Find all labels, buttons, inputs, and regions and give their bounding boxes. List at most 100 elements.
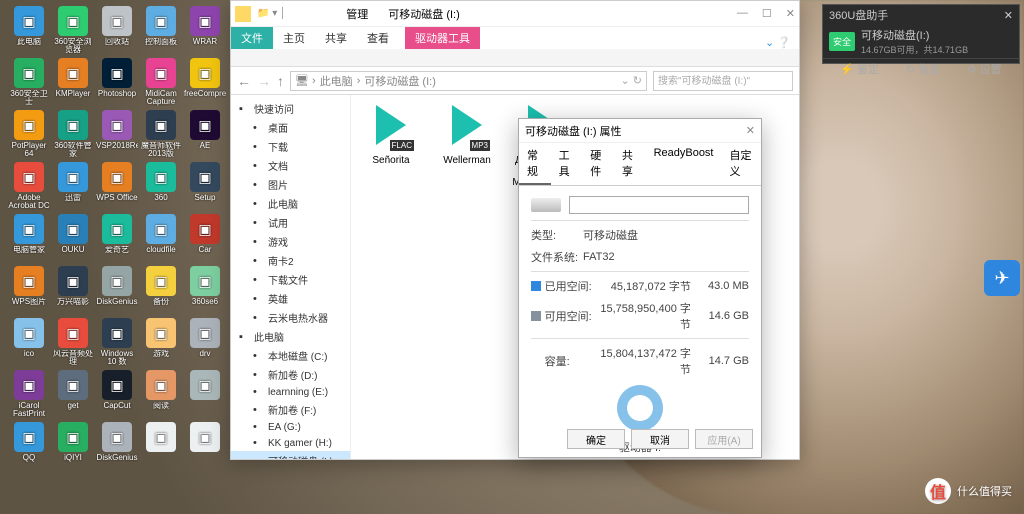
- forward-button[interactable]: →: [257, 73, 271, 89]
- desktop-icon[interactable]: ▣ico: [8, 318, 50, 366]
- ok-button[interactable]: 确定: [567, 429, 625, 449]
- notif-action-settings[interactable]: ⚙ 设置: [967, 61, 1002, 77]
- file-item[interactable]: FLACSeñorita: [361, 105, 421, 166]
- nav-item[interactable]: •图片: [231, 175, 350, 194]
- nav-item[interactable]: •英雄: [231, 289, 350, 308]
- desktop-icon[interactable]: ▣cloudfile: [140, 214, 182, 262]
- minimize-button[interactable]: —: [737, 7, 748, 20]
- apply-button[interactable]: 应用(A): [695, 429, 753, 449]
- desktop-icon[interactable]: ▣备份: [140, 266, 182, 314]
- drive-label-input[interactable]: [569, 196, 749, 214]
- desktop-icon[interactable]: ▣电脑管家: [8, 214, 50, 262]
- nav-item[interactable]: •下载文件: [231, 270, 350, 289]
- nav-item[interactable]: •试用: [231, 213, 350, 232]
- desktop-icon[interactable]: ▣: [140, 422, 182, 470]
- props-tab-general[interactable]: 常规: [519, 143, 551, 185]
- cancel-button[interactable]: 取消: [631, 429, 689, 449]
- search-input[interactable]: 搜索"可移动磁盘 (I:)": [653, 71, 793, 91]
- desktop-icon[interactable]: ▣Car: [184, 214, 226, 262]
- nav-item[interactable]: •此电脑: [231, 194, 350, 213]
- notif-action-recover[interactable]: ↻ 恢复: [906, 61, 940, 77]
- nav-item[interactable]: •本地磁盘 (C:): [231, 346, 350, 365]
- desktop-icon[interactable]: ▣360软件管家: [52, 110, 94, 158]
- tab-drive-tools[interactable]: 驱动器工具: [405, 27, 480, 49]
- props-tab-sharing[interactable]: 共享: [614, 143, 646, 185]
- explorer-titlebar[interactable]: 📁 ▾ │ 管理 可移动磁盘 (I:) — ☐ ✕: [231, 1, 799, 27]
- notif-action-identify[interactable]: ⚡ 鉴定: [840, 61, 879, 77]
- nav-item[interactable]: •EA (G:): [231, 419, 350, 435]
- nav-item[interactable]: •南卡2: [231, 251, 350, 270]
- desktop-icon[interactable]: ▣万兴喵影: [52, 266, 94, 314]
- desktop-icon[interactable]: ▣阅读: [140, 370, 182, 418]
- nav-item[interactable]: •桌面: [231, 118, 350, 137]
- desktop-icon[interactable]: ▣iCarol FastPrint: [8, 370, 50, 418]
- tab-share[interactable]: 共享: [315, 27, 357, 49]
- desktop-icon[interactable]: ▣: [184, 422, 226, 470]
- quickaccess-icon[interactable]: ✈: [984, 260, 1020, 296]
- props-close-button[interactable]: ✕: [746, 124, 755, 137]
- desktop-icon[interactable]: ▣360安全浏览器: [52, 6, 94, 54]
- desktop-icon[interactable]: ▣360se6: [184, 266, 226, 314]
- desktop-icon[interactable]: ▣VSP2018Ready: [96, 110, 138, 158]
- props-tab-hardware[interactable]: 硬件: [582, 143, 614, 185]
- nav-item[interactable]: ▪此电脑: [231, 327, 350, 346]
- desktop-icon[interactable]: ▣freeCompress: [184, 58, 226, 106]
- desktop-icon[interactable]: ▣KMPlayer: [52, 58, 94, 106]
- desktop-icon[interactable]: ▣WPS Office: [96, 162, 138, 210]
- desktop-icon[interactable]: ▣360: [140, 162, 182, 210]
- file-item[interactable]: MP3Wellerman: [437, 105, 497, 166]
- desktop-icon[interactable]: ▣360安全卫士: [8, 58, 50, 106]
- desktop-icon[interactable]: ▣迅雷: [52, 162, 94, 210]
- nav-item[interactable]: •新加卷 (D:): [231, 365, 350, 384]
- props-tab-tools[interactable]: 工具: [551, 143, 583, 185]
- props-tab-readyboost[interactable]: ReadyBoost: [646, 143, 722, 185]
- maximize-button[interactable]: ☐: [762, 7, 772, 20]
- props-titlebar[interactable]: 可移动磁盘 (I:) 属性 ✕: [519, 119, 761, 143]
- desktop-icon[interactable]: ▣Adobe Acrobat DC: [8, 162, 50, 210]
- desktop-icon[interactable]: ▣此电脑: [8, 6, 50, 54]
- desktop-icon[interactable]: ▣爱奇艺: [96, 214, 138, 262]
- nav-item[interactable]: •文档: [231, 156, 350, 175]
- desktop-icon[interactable]: ▣游戏: [140, 318, 182, 366]
- desktop-icon[interactable]: ▣get: [52, 370, 94, 418]
- desktop-icon[interactable]: ▣Setup: [184, 162, 226, 210]
- desktop-icon[interactable]: ▣WPS图片: [8, 266, 50, 314]
- notif-close-icon[interactable]: ✕: [1004, 9, 1013, 22]
- desktop-icon[interactable]: ▣AE: [184, 110, 226, 158]
- tab-view[interactable]: 查看: [357, 27, 399, 49]
- nav-item[interactable]: •下载: [231, 137, 350, 156]
- nav-item[interactable]: •learnning (E:): [231, 384, 350, 400]
- props-tab-custom[interactable]: 自定义: [722, 143, 761, 185]
- desktop-icon[interactable]: ▣iQIYI: [52, 422, 94, 470]
- tab-file[interactable]: 文件: [231, 27, 273, 49]
- desktop-icon[interactable]: ▣DiskGenius: [96, 266, 138, 314]
- desktop-icon[interactable]: ▣DiskGenius: [96, 422, 138, 470]
- tab-home[interactable]: 主页: [273, 27, 315, 49]
- desktop-icon[interactable]: ▣drv: [184, 318, 226, 366]
- desktop-icon[interactable]: ▣QQ: [8, 422, 50, 470]
- drive-icon: [531, 198, 561, 212]
- nav-item[interactable]: •新加卷 (F:): [231, 400, 350, 419]
- usb-notification[interactable]: 360U盘助手✕ 安全 可移动磁盘(I:) 14.67GB可用，共14.71GB…: [822, 4, 1020, 64]
- desktop-icon[interactable]: ▣Photoshop: [96, 58, 138, 106]
- close-button[interactable]: ✕: [786, 7, 795, 20]
- desktop-icon[interactable]: ▣魔音师软件2013版: [140, 110, 182, 158]
- desktop-icon[interactable]: ▣WRAR: [184, 6, 226, 54]
- nav-item[interactable]: •游戏: [231, 232, 350, 251]
- nav-item[interactable]: •可移动磁盘 (I:): [231, 451, 350, 459]
- desktop-icon[interactable]: ▣控制面板: [140, 6, 182, 54]
- desktop-icon[interactable]: ▣OUKU: [52, 214, 94, 262]
- desktop-icon[interactable]: ▣风云音频处理: [52, 318, 94, 366]
- nav-item[interactable]: •KK gamer (H:): [231, 435, 350, 451]
- nav-item[interactable]: ▪快速访问: [231, 99, 350, 118]
- desktop-icon[interactable]: ▣: [184, 370, 226, 418]
- back-button[interactable]: ←: [237, 73, 251, 89]
- desktop-icon[interactable]: ▣MidiCam Capture Lite: [140, 58, 182, 106]
- nav-item[interactable]: •云米电热水器: [231, 308, 350, 327]
- desktop-icon[interactable]: ▣CapCut: [96, 370, 138, 418]
- up-button[interactable]: ↑: [277, 73, 284, 89]
- desktop-icon[interactable]: ▣PotPlayer 64: [8, 110, 50, 158]
- address-bar[interactable]: 🖥 ›此电脑›可移动磁盘 (I:) ⌄ ↻: [290, 71, 647, 91]
- desktop-icon[interactable]: ▣Windows 10 数: [96, 318, 138, 366]
- desktop-icon[interactable]: ▣回收站: [96, 6, 138, 54]
